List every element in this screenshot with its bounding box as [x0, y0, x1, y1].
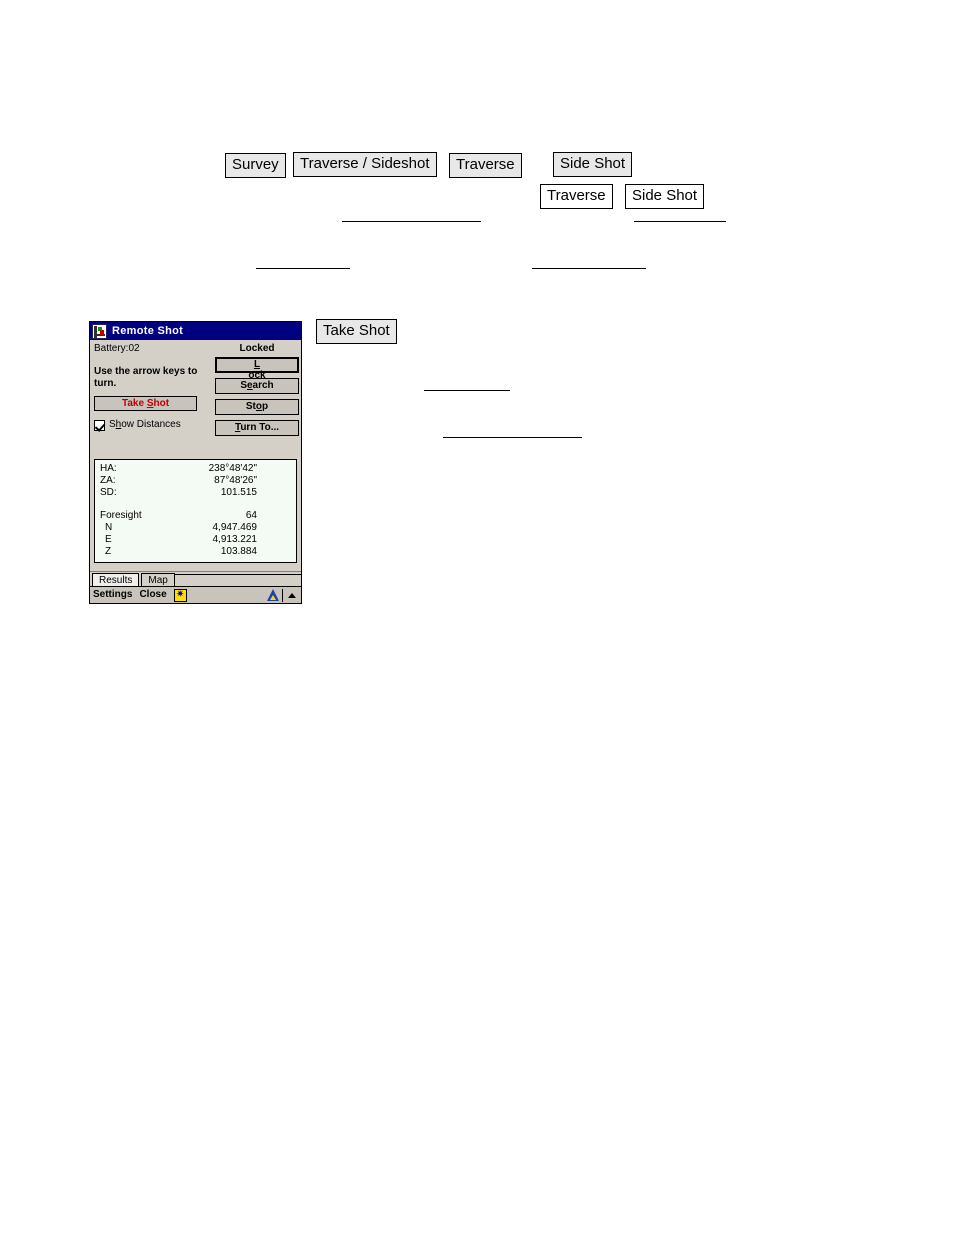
underline-rule-0 — [342, 221, 481, 222]
results-value: 64 — [245, 510, 257, 521]
results-value: 4,913.221 — [212, 534, 258, 545]
results-row: E 4,913.221 — [95, 534, 296, 546]
show-distances-checkbox[interactable]: Show Distances — [94, 419, 181, 431]
results-value: 238°48'42" — [208, 463, 257, 474]
results-label: Foresight — [100, 510, 142, 521]
side-button-arch[interactable]: Search — [215, 378, 299, 394]
command-bar-divider — [282, 588, 283, 602]
results-label: ZA: — [100, 475, 116, 486]
underline-rule-4 — [424, 390, 510, 391]
results-value: 101.515 — [220, 487, 257, 498]
checkbox-label: Show Distances — [109, 419, 181, 430]
results-row: HA: 238°48'42" — [95, 463, 296, 475]
close-menu-button[interactable]: Close — [139, 589, 166, 601]
side-button-group: Lock Search Stop Turn To... — [215, 357, 299, 441]
callout-row1-box-0: Survey — [225, 153, 286, 178]
take-shot-label-pre: Take — [121, 398, 147, 409]
results-row: Z 103.884 — [95, 546, 296, 558]
side-button-label: Turn To... — [234, 422, 280, 433]
results-label: SD: — [100, 487, 117, 498]
results-row: Foresight 64 — [95, 510, 296, 522]
results-label: N — [105, 522, 113, 533]
battery-status: Battery:02 — [94, 343, 140, 354]
results-spacer — [95, 499, 296, 510]
instruction-text: Use the arrow keys to turn. — [94, 366, 198, 389]
side-button-urnto[interactable]: Turn To... — [215, 420, 299, 436]
callout-row1-box-1: Traverse / Sideshot — [293, 152, 437, 177]
callout-row1-box-2: Traverse — [449, 153, 522, 178]
results-row: SD: 101.515 — [95, 487, 296, 499]
side-button-ock[interactable]: Lock — [215, 357, 299, 381]
checkbox-check-icon[interactable] — [94, 419, 105, 431]
side-button-label: Stop — [245, 401, 269, 412]
lock-status: Locked — [239, 343, 275, 354]
results-label: HA: — [100, 463, 117, 474]
underline-rule-5 — [443, 437, 582, 438]
window-client-area: Battery:02 Locked Use the arrow keys to … — [90, 340, 301, 603]
app-icon — [92, 323, 107, 339]
take-shot-label-post: hot — [153, 398, 170, 409]
remote-shot-window: Remote Shot Battery:02 Locked Use the ar… — [89, 321, 302, 604]
results-label: E — [105, 534, 112, 545]
side-button-p[interactable]: Stop — [215, 399, 299, 415]
underline-rule-3 — [532, 268, 646, 269]
results-panel: HA: 238°48'42" ZA: 87°48'26" SD: 101.515 Fores… — [94, 459, 297, 563]
window-title: Remote Shot — [112, 325, 184, 337]
blue-star-icon[interactable] — [173, 588, 187, 602]
callout-row2-box-0: Traverse — [540, 184, 613, 209]
results-label: Z — [105, 546, 112, 557]
callout-row1-box-3: Side Shot — [553, 152, 633, 177]
results-value: 4,947.469 — [212, 522, 258, 533]
results-value: 103.884 — [220, 546, 257, 557]
side-button-label: Search — [240, 380, 274, 391]
results-row: ZA: 87°48'26" — [95, 475, 296, 487]
underline-rule-2 — [256, 268, 350, 269]
settings-menu-button[interactable]: Settings — [93, 589, 132, 601]
take-shot-button[interactable]: Take Shot — [94, 396, 197, 411]
results-value: 87°48'26" — [214, 475, 257, 486]
command-bar: Settings Close — [90, 586, 301, 603]
callout-row2-box-1: Side Shot — [625, 184, 705, 209]
results-row: N 4,947.469 — [95, 522, 296, 534]
tripod-icon[interactable] — [266, 588, 280, 602]
control-panel: Battery:02 Locked Use the arrow keys to … — [90, 340, 301, 441]
callout-take-shot-box: Take Shot — [316, 319, 397, 344]
underline-rule-1 — [634, 221, 726, 222]
window-titlebar: Remote Shot — [90, 322, 301, 340]
up-arrow-icon[interactable] — [286, 588, 298, 602]
